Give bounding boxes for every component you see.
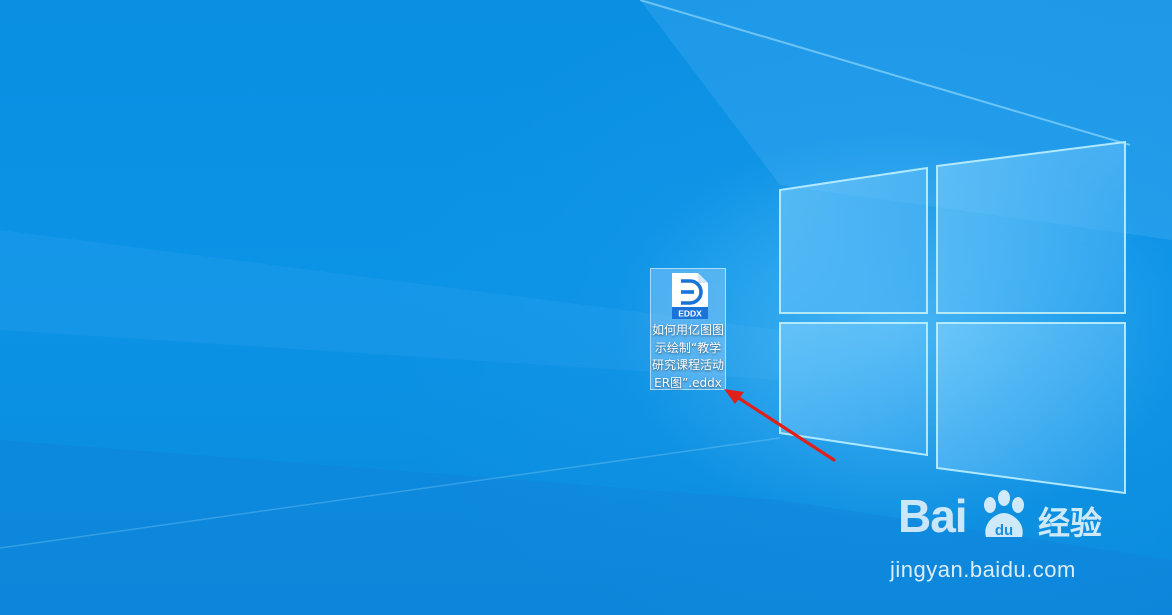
eddx-badge-text: EDDX: [678, 309, 702, 319]
baidu-paw-icon: du: [984, 490, 1024, 539]
eddx-file-icon: EDDX: [672, 273, 708, 319]
watermark-brand-left: Bai: [898, 490, 968, 542]
watermark-brand-right: 经验: [1038, 504, 1103, 542]
desktop[interactable]: EDDX 如何用亿图图示绘制“教学研究课程活动ER图”.eddx Bai du …: [0, 0, 1172, 615]
file-name-label: 如何用亿图图示绘制“教学研究课程活动ER图”.eddx: [651, 323, 724, 390]
svg-text:du: du: [995, 522, 1013, 539]
baidu-jingyan-watermark: Bai du 经验 jingyan.baidu.com: [890, 485, 1130, 595]
desktop-file-eddx[interactable]: EDDX 如何用亿图图示绘制“教学研究课程活动ER图”.eddx: [650, 268, 726, 390]
watermark-url: jingyan.baidu.com: [890, 557, 1076, 582]
red-annotation-arrow: [724, 389, 836, 462]
